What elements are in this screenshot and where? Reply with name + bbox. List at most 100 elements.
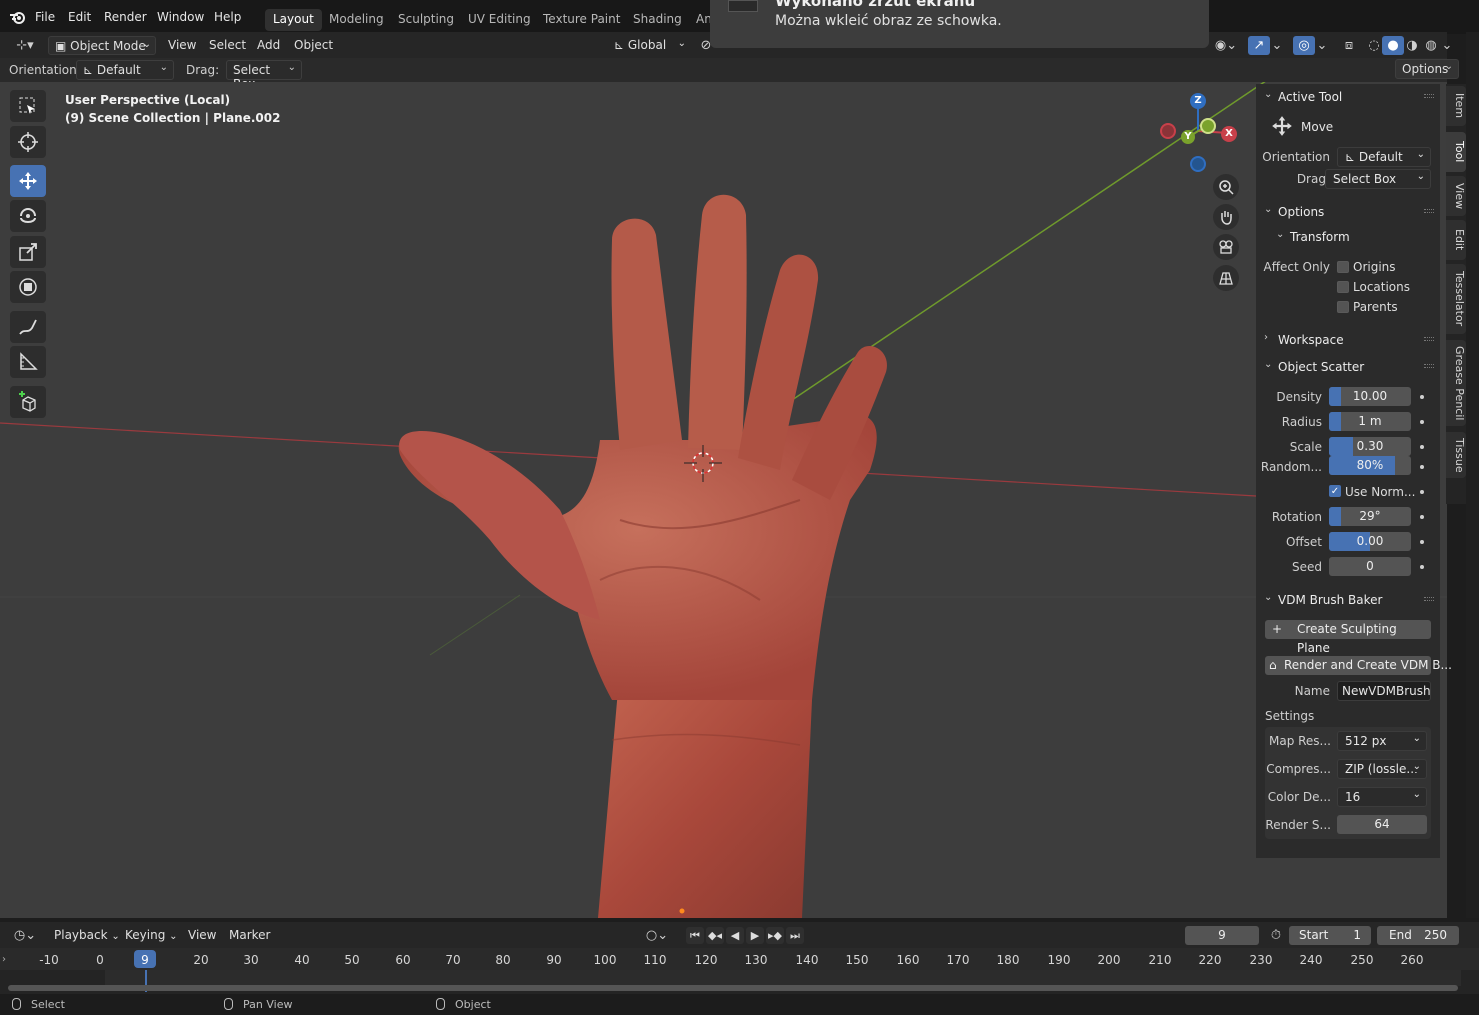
tab-item[interactable]: Item — [1446, 86, 1466, 126]
menu-marker[interactable]: Marker — [223, 926, 276, 945]
play-reverse-icon[interactable]: ◀ — [726, 927, 744, 944]
tab-layout[interactable]: Layout — [265, 9, 322, 31]
start-frame-field[interactable]: Start 1 — [1289, 926, 1371, 945]
drag-grip-icon[interactable] — [1424, 337, 1434, 341]
tab-tool[interactable]: Tool — [1446, 132, 1466, 172]
drag-grip-icon[interactable] — [1424, 209, 1434, 213]
measure-tool[interactable] — [10, 346, 46, 378]
timeline-ruler[interactable]: › -10 0 9 20 30 40 50 60 70 80 90 100 11… — [0, 948, 1479, 970]
menu-help[interactable]: Help — [214, 10, 241, 24]
blender-logo-icon[interactable] — [9, 9, 27, 25]
camera-view-icon[interactable] — [1213, 234, 1239, 260]
workspace-section-header[interactable]: › Workspace — [1256, 329, 1440, 351]
zoom-icon[interactable] — [1213, 174, 1239, 200]
transform-subsection-header[interactable]: ⌄ Transform — [1268, 226, 1438, 248]
jump-start-icon[interactable]: ⏮ — [686, 927, 704, 944]
menu-select[interactable]: Select — [203, 36, 252, 55]
visibility-icon[interactable]: ◉⌄ — [1210, 36, 1242, 55]
color-depth-dropdown[interactable]: 16 ⌄ — [1337, 787, 1427, 807]
select-box-tool[interactable] — [10, 90, 46, 122]
menu-view[interactable]: View — [162, 36, 202, 55]
keyframe-dot-icon[interactable] — [1420, 465, 1424, 469]
tab-texture-paint[interactable]: Texture Paint — [535, 9, 628, 31]
annotate-tool[interactable] — [10, 311, 46, 343]
compression-dropdown[interactable]: ZIP (lossle... ⌄ — [1337, 759, 1427, 779]
keyframe-dot-icon[interactable] — [1420, 445, 1424, 449]
random-slider[interactable]: 80% — [1329, 456, 1411, 475]
end-frame-field[interactable]: End 250 — [1377, 926, 1459, 945]
scale-slider[interactable]: 0.30 — [1329, 437, 1411, 456]
rendered-shading-icon[interactable]: ◍ — [1420, 36, 1442, 55]
options-dropdown[interactable]: Options ⌄ — [1395, 59, 1459, 79]
mode-selector[interactable]: ▣ Object Mode ⌄ — [48, 36, 156, 55]
object-scatter-section-header[interactable]: ⌄ Object Scatter — [1256, 356, 1440, 378]
radius-slider[interactable]: 1 m — [1329, 412, 1411, 431]
vdm-brush-baker-section-header[interactable]: ⌄ VDM Brush Baker — [1256, 589, 1440, 611]
tab-view[interactable]: View — [1446, 176, 1466, 216]
tab-edit[interactable]: Edit — [1446, 220, 1466, 260]
map-resolution-dropdown[interactable]: 512 px ⌄ — [1337, 731, 1427, 751]
tab-tissue[interactable]: Tissue — [1446, 432, 1466, 478]
move-tool[interactable] — [10, 165, 46, 197]
density-slider[interactable]: 10.00 — [1329, 387, 1411, 406]
orientation-dropdown[interactable]: ⊾ Default ⌄ — [76, 60, 174, 80]
tab-modeling[interactable]: Modeling — [321, 9, 392, 31]
add-cube-tool[interactable] — [10, 386, 46, 418]
drag-dropdown[interactable]: Select Box ⌄ — [1325, 169, 1431, 189]
timeline-scrollbar[interactable] — [8, 985, 1458, 991]
options-section-header[interactable]: ⌄ Options — [1256, 201, 1440, 223]
orientation-dropdown[interactable]: ⊾ Default ⌄ — [1337, 147, 1431, 167]
xray-toggle-icon[interactable]: ⧈ — [1338, 36, 1360, 55]
gizmo-y-axis[interactable]: Y — [1181, 130, 1195, 144]
tab-uv-editing[interactable]: UV Editing — [460, 9, 539, 31]
menu-edit[interactable]: Edit — [68, 10, 91, 24]
tab-shading[interactable]: Shading — [625, 9, 690, 31]
menu-add[interactable]: Add — [251, 36, 286, 55]
drag-grip-icon[interactable] — [1424, 364, 1434, 368]
drag-grip-icon[interactable] — [1424, 597, 1434, 601]
jump-end-icon[interactable]: ⏭ — [786, 927, 804, 944]
tab-sculpting[interactable]: Sculpting — [390, 9, 462, 31]
gizmo-x-negative[interactable] — [1160, 123, 1176, 139]
drag-grip-icon[interactable] — [1424, 94, 1434, 98]
editor-type-icon[interactable]: ⊹▾ — [10, 36, 40, 55]
keyframe-dot-icon[interactable] — [1420, 565, 1424, 569]
vdm-name-field[interactable]: NewVDMBrush — [1337, 681, 1431, 701]
timeline-body[interactable] — [0, 970, 1479, 994]
stopwatch-icon[interactable]: ⏱ — [1265, 926, 1287, 945]
auto-keying-toggle-icon[interactable]: ○⌄ — [640, 926, 674, 945]
gizmo-z-negative[interactable] — [1190, 156, 1206, 172]
parents-checkbox[interactable] — [1337, 301, 1349, 313]
menu-playback[interactable]: Playback ⌄ — [48, 926, 126, 945]
menu-view[interactable]: View — [182, 926, 222, 945]
current-frame-field[interactable]: 9 — [1185, 926, 1259, 945]
jump-keyframe-back-icon[interactable]: ◆◂ — [706, 927, 724, 944]
active-tool-section-header[interactable]: ⌄ Active Tool — [1256, 86, 1440, 108]
render-create-vdm-button[interactable]: ⌂ Render and Create VDM B... — [1265, 656, 1452, 675]
menu-object[interactable]: Object — [288, 36, 339, 55]
cursor-tool[interactable] — [10, 126, 46, 158]
use-normal-checkbox[interactable]: ✓ — [1329, 485, 1341, 497]
chevron-down-icon[interactable]: ⌄ — [1270, 36, 1284, 55]
timeline-editor-type-icon[interactable]: ◷⌄ — [10, 926, 40, 945]
keyframe-dot-icon[interactable] — [1420, 395, 1424, 399]
keyframe-dot-icon[interactable] — [1420, 420, 1424, 424]
ortho-grid-icon[interactable] — [1213, 265, 1239, 291]
gizmo-z-axis[interactable]: Z — [1190, 93, 1206, 109]
keyframe-dot-icon[interactable] — [1420, 490, 1424, 494]
tab-tesselator[interactable]: Tesselator — [1446, 264, 1466, 334]
create-sculpting-plane-button[interactable]: + Create Sculpting Plane — [1265, 620, 1431, 655]
chevron-down-icon[interactable]: ⌄ — [1440, 36, 1454, 55]
offset-slider[interactable]: 0.00 — [1329, 532, 1411, 551]
jump-keyframe-forward-icon[interactable]: ▸◆ — [766, 927, 784, 944]
menu-keying[interactable]: Keying ⌄ — [119, 926, 184, 945]
drag-dropdown[interactable]: Select Box ⌄ — [226, 60, 302, 91]
menu-render[interactable]: Render — [104, 10, 147, 24]
gizmo-x-axis[interactable]: X — [1221, 126, 1237, 142]
render-samples-field[interactable]: 64 — [1337, 815, 1427, 834]
gizmo-toggle-icon[interactable]: ↗ — [1248, 36, 1270, 55]
transform-orientation-dropdown[interactable]: ⊾ Global ⌄ — [608, 36, 688, 55]
gizmo-y-positive[interactable] — [1200, 118, 1216, 134]
seed-field[interactable]: 0 — [1329, 557, 1411, 576]
origins-checkbox[interactable] — [1337, 261, 1349, 273]
